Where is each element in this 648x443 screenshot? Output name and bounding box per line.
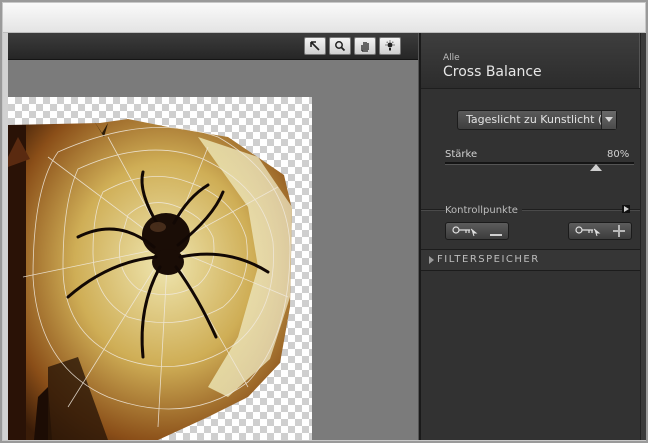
arrow-pointer-icon (309, 40, 321, 52)
strength-slider[interactable] (445, 162, 634, 165)
control-points-toggle[interactable] (622, 205, 630, 213)
plus-icon (613, 222, 625, 241)
filter-panel: Alle Cross Balance Tageslicht zu Kunstli… (421, 33, 640, 440)
preset-dropdown[interactable]: Tageslicht zu Kunstlicht (2) (457, 110, 617, 130)
minus-icon (490, 222, 502, 241)
control-point-icon (575, 222, 601, 241)
document-canvas[interactable] (8, 97, 312, 440)
select-tool-button[interactable] (304, 37, 326, 55)
panel-scrollbar[interactable] (640, 33, 646, 440)
zoom-tool-button[interactable] (329, 37, 351, 55)
hand-icon (359, 40, 371, 52)
remove-control-point-button[interactable] (445, 222, 509, 240)
filter-category: Alle (443, 53, 460, 63)
strength-label: Stärke (445, 149, 478, 160)
control-point-icon (452, 222, 478, 241)
strength-value: 80% (607, 149, 630, 160)
add-control-point-button[interactable] (568, 222, 632, 240)
canvas-toolbar (8, 33, 418, 60)
hand-tool-button[interactable] (354, 37, 376, 55)
strength-slider-thumb[interactable] (590, 164, 603, 171)
chevron-down-icon[interactable] (601, 111, 616, 129)
filter-header: Alle Cross Balance (421, 33, 640, 89)
filter-memory-section[interactable]: FILTERSPEICHER (421, 249, 640, 271)
control-points-label: Kontrollpunkte (445, 205, 522, 216)
magnifier-icon (334, 40, 346, 52)
title-bar (3, 3, 645, 33)
light-tool-button[interactable] (379, 37, 401, 55)
image-preview (8, 119, 292, 440)
lightbulb-icon (384, 40, 396, 52)
expand-triangle-icon (429, 256, 434, 264)
triangle-right-icon (623, 206, 629, 212)
filter-title: Cross Balance (443, 64, 542, 80)
preset-selected-value: Tageslicht zu Kunstlicht (2) (466, 113, 614, 126)
filter-memory-label: FILTERSPEICHER (437, 254, 540, 265)
